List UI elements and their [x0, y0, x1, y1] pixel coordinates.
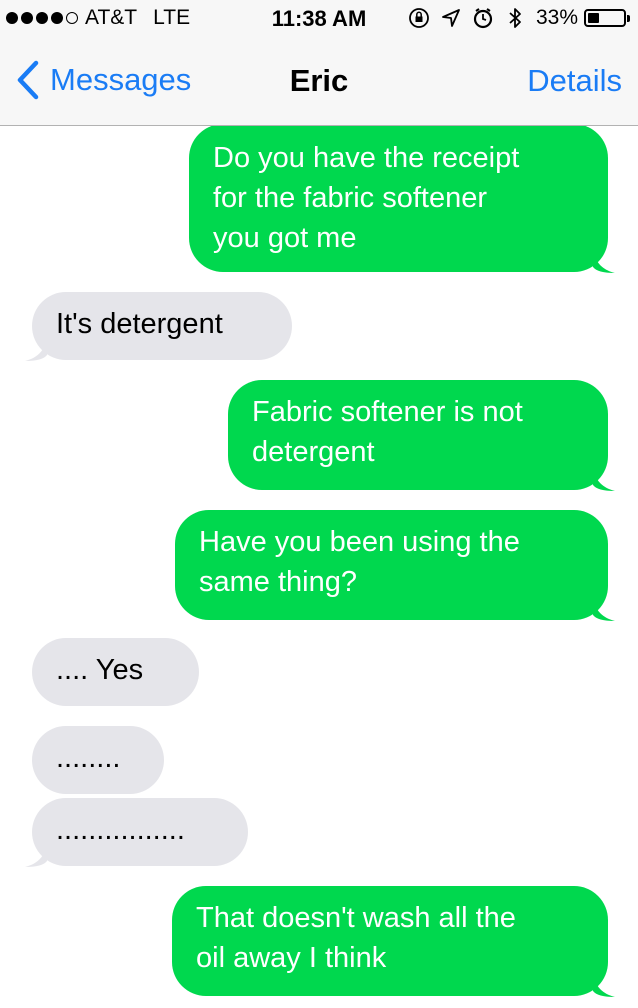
message-line: ........ — [56, 742, 121, 774]
message-line: It's detergent — [56, 308, 223, 340]
message-bubble-sent[interactable]: Do you have the receipt for the fabric s… — [189, 126, 615, 273]
message-bubble-received[interactable]: ................ — [25, 798, 248, 867]
message-bubble-sent[interactable]: That doesn't wash all the oil away I thi… — [172, 886, 615, 997]
status-bar: AT&T LTE 11:38 AM 33% — [0, 0, 638, 40]
message-line: same thing? — [199, 566, 357, 598]
status-right: 33% — [408, 6, 630, 30]
message-bubble-received[interactable]: .... Yes — [32, 638, 199, 706]
orientation-lock-icon — [408, 6, 430, 30]
message-line: That doesn't wash all the — [196, 902, 516, 934]
bubble-tail — [593, 249, 615, 273]
message-line: detergent — [252, 436, 375, 468]
message-line: Fabric softener is not — [252, 396, 523, 428]
message-line: Do you have the receipt — [213, 142, 520, 174]
bubble-tail — [25, 843, 47, 867]
message-line: ................ — [56, 814, 185, 846]
message-line: you got me — [213, 222, 357, 254]
details-button[interactable]: Details — [527, 63, 622, 99]
message-bubble-sent[interactable]: Fabric softener is not detergent — [228, 380, 615, 491]
navigation-bar: Messages Eric Details — [0, 40, 638, 126]
bubble-tail — [593, 467, 615, 491]
battery-percent: 33% — [535, 6, 578, 29]
alarm-icon — [472, 6, 494, 30]
message-bubble-received[interactable]: It's detergent — [25, 292, 292, 361]
message-line: Have you been using the — [199, 526, 520, 558]
bubble-tail — [593, 597, 615, 621]
message-bubble-sent[interactable]: Have you been using the same thing? — [175, 510, 615, 621]
message-thread[interactable]: Do you have the receipt for the fabric s… — [0, 126, 638, 1008]
message-bubble-received[interactable]: ........ — [32, 726, 164, 794]
bubble-tail — [593, 973, 615, 997]
bubble-tail — [25, 337, 47, 361]
message-line: for the fabric softener — [213, 182, 488, 214]
battery-icon — [584, 9, 626, 27]
message-line: oil away I think — [196, 942, 387, 974]
message-line: .... Yes — [56, 654, 144, 686]
bluetooth-icon — [504, 6, 526, 30]
battery-status: 33% — [536, 6, 630, 30]
location-arrow-icon — [440, 6, 462, 30]
